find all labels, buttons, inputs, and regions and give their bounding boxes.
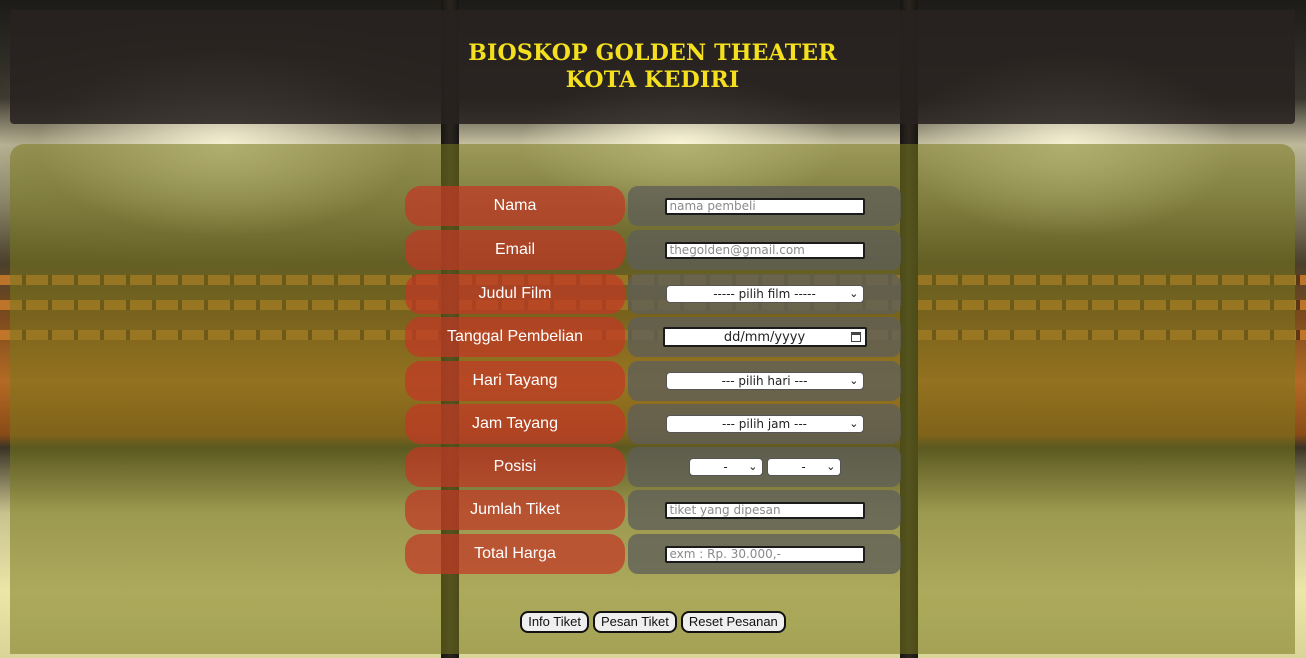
posisi-row-select[interactable]: - ⌄	[688, 458, 763, 476]
jam-tayang-selected: --- pilih jam ---	[721, 417, 808, 431]
page-header: BIOSKOP GOLDEN THEATER KOTA KEDIRI	[10, 10, 1295, 124]
posisi-seat-selected: -	[801, 460, 806, 474]
judul-film-label: Judul Film	[405, 274, 625, 314]
posisi-label: Posisi	[405, 447, 625, 487]
form-row-posisi: Posisi - ⌄ - ⌄	[405, 447, 901, 487]
judul-film-field-cell: ----- pilih film ----- ⌄	[628, 274, 901, 314]
form-row-judul-film: Judul Film ----- pilih film ----- ⌄	[405, 274, 901, 314]
form-buttons: Info Tiket Pesan Tiket Reset Pesanan	[0, 611, 1306, 633]
form-row-total-harga: Total Harga	[405, 534, 901, 574]
form-row-nama: Nama	[405, 186, 901, 226]
pesan-tiket-button[interactable]: Pesan Tiket	[592, 611, 677, 633]
hari-tayang-label: Hari Tayang	[405, 361, 625, 401]
email-input[interactable]	[664, 241, 865, 259]
nama-label: Nama	[405, 186, 625, 226]
total-harga-label: Total Harga	[405, 534, 625, 574]
title-line-2: KOTA KEDIRI	[565, 67, 740, 93]
jumlah-tiket-field-cell	[628, 490, 901, 530]
judul-film-select[interactable]: ----- pilih film ----- ⌄	[665, 285, 864, 303]
tanggal-label: Tanggal Pembelian	[405, 317, 625, 357]
email-label: Email	[405, 230, 625, 270]
form-row-email: Email	[405, 230, 901, 270]
info-tiket-button[interactable]: Info Tiket	[520, 611, 589, 633]
chevron-down-icon: ⌄	[748, 460, 758, 473]
tanggal-field-cell: dd/mm/yyyy	[628, 317, 901, 357]
jam-tayang-select[interactable]: --- pilih jam --- ⌄	[665, 415, 864, 433]
nama-field-cell	[628, 186, 901, 226]
tanggal-value: dd/mm/yyyy	[723, 329, 806, 345]
form-row-jumlah-tiket: Jumlah Tiket	[405, 490, 901, 530]
nama-input[interactable]	[664, 197, 865, 215]
chevron-down-icon: ⌄	[826, 460, 836, 473]
tanggal-date-input[interactable]: dd/mm/yyyy	[662, 327, 867, 347]
judul-film-selected: ----- pilih film -----	[713, 287, 816, 301]
posisi-field-cell: - ⌄ - ⌄	[628, 447, 901, 487]
jam-tayang-field-cell: --- pilih jam --- ⌄	[628, 404, 901, 444]
jumlah-tiket-input[interactable]	[664, 501, 865, 519]
hari-tayang-selected: --- pilih hari ---	[721, 374, 808, 388]
form-row-hari-tayang: Hari Tayang --- pilih hari --- ⌄	[405, 361, 901, 401]
posisi-row-selected: -	[723, 460, 728, 474]
total-harga-input[interactable]	[664, 545, 865, 563]
title-line-1: BIOSKOP GOLDEN THEATER	[468, 40, 837, 66]
reset-pesanan-button[interactable]: Reset Pesanan	[680, 611, 786, 633]
calendar-icon[interactable]	[850, 332, 861, 342]
jumlah-tiket-label: Jumlah Tiket	[405, 490, 625, 530]
email-field-cell	[628, 230, 901, 270]
total-harga-field-cell	[628, 534, 901, 574]
hari-tayang-select[interactable]: --- pilih hari --- ⌄	[665, 372, 864, 390]
page-title: BIOSKOP GOLDEN THEATER KOTA KEDIRI	[10, 40, 1295, 94]
chevron-down-icon: ⌄	[849, 417, 859, 430]
form-row-jam-tayang: Jam Tayang --- pilih jam --- ⌄	[405, 404, 901, 444]
hari-tayang-field-cell: --- pilih hari --- ⌄	[628, 361, 901, 401]
chevron-down-icon: ⌄	[849, 374, 859, 387]
jam-tayang-label: Jam Tayang	[405, 404, 625, 444]
form-row-tanggal: Tanggal Pembelian dd/mm/yyyy	[405, 317, 901, 357]
posisi-seat-select[interactable]: - ⌄	[766, 458, 841, 476]
chevron-down-icon: ⌄	[849, 287, 859, 300]
